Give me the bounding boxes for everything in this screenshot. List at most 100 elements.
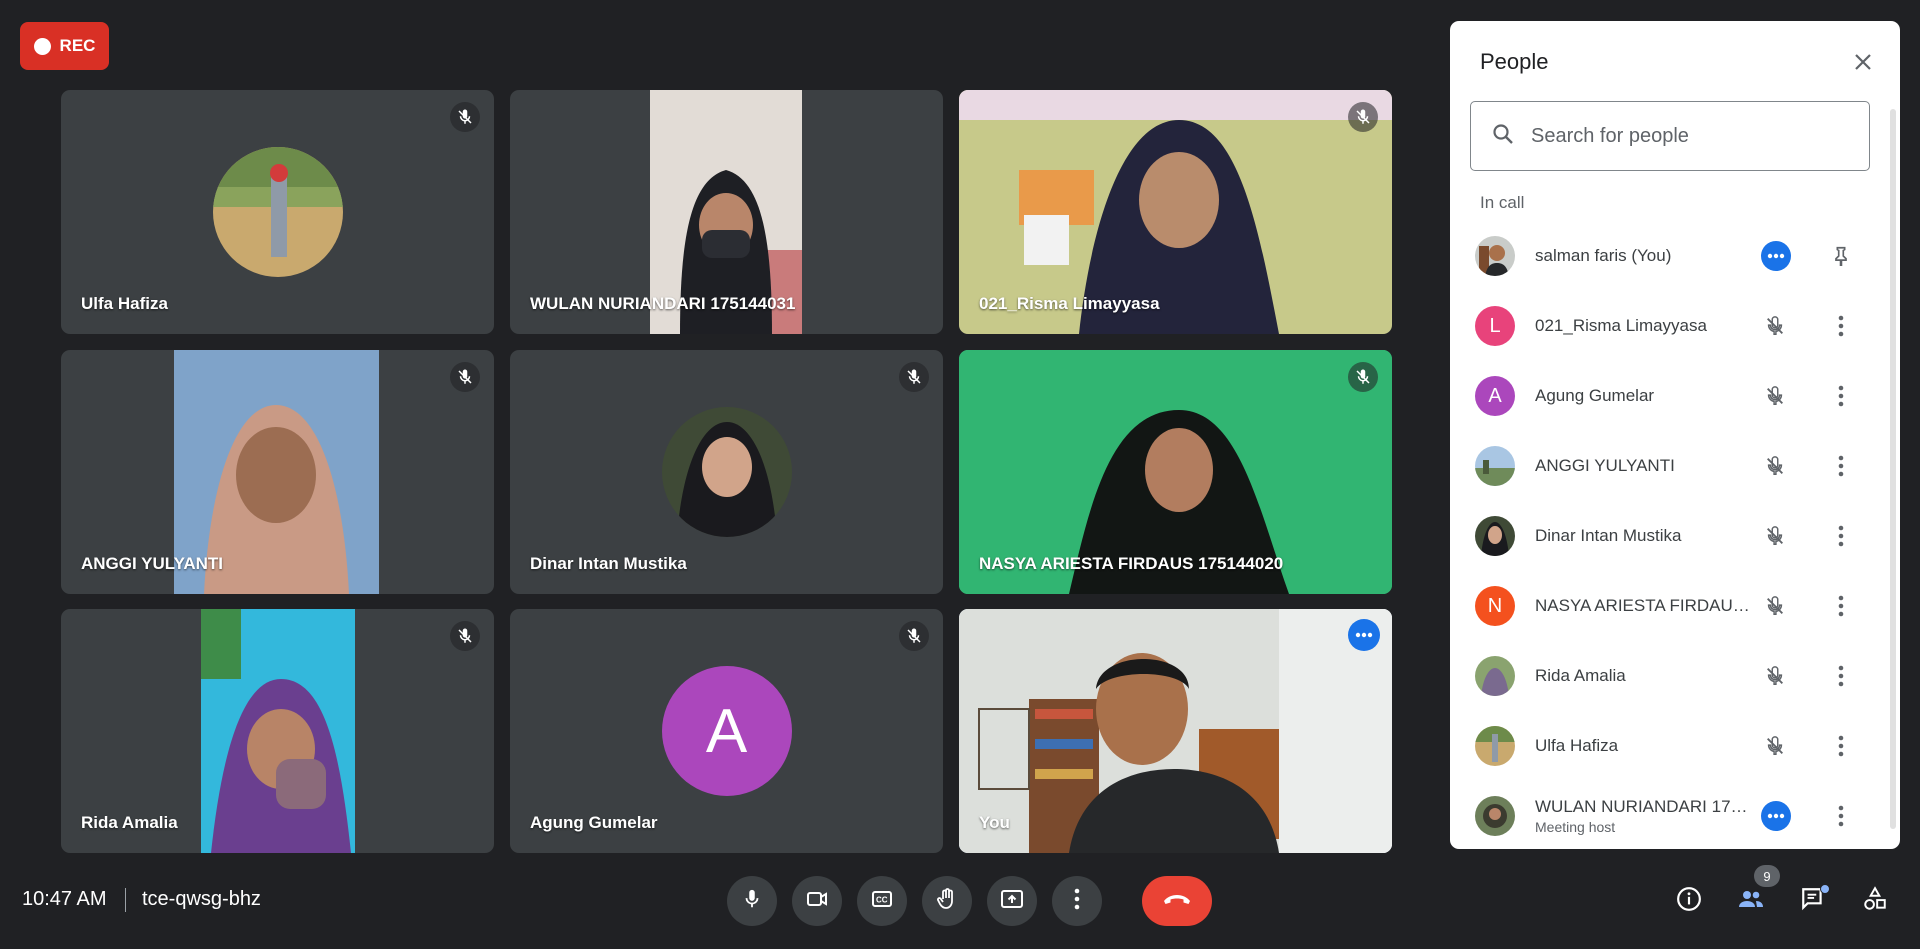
mic-off-icon	[899, 362, 929, 392]
more-vert-icon[interactable]	[1826, 451, 1856, 481]
clock: 10:47 AM	[22, 888, 107, 910]
search-input[interactable]	[1531, 124, 1831, 148]
participant-video	[959, 609, 1392, 853]
participant-letter-avatar: A	[661, 666, 792, 796]
chat-button[interactable]	[1788, 876, 1838, 926]
avatar: A	[1475, 376, 1515, 416]
self-video-tile[interactable]: You	[959, 609, 1392, 853]
mic-off-icon	[1760, 381, 1790, 411]
end-call-icon	[1162, 892, 1192, 911]
video-tile[interactable]: Rida Amalia	[61, 609, 494, 853]
pin-icon[interactable]	[1826, 241, 1856, 271]
list-item[interactable]: Ulfa Hafiza	[1470, 711, 1880, 781]
participant-name: NASYA ARIESTA FIRDAUS 175144020	[979, 554, 1284, 573]
avatar	[1475, 446, 1515, 486]
present-button[interactable]	[987, 876, 1037, 926]
section-label: In call	[1480, 193, 1525, 212]
participant-name: Agung Gumelar	[530, 813, 658, 832]
avatar	[1475, 796, 1515, 836]
more-vert-icon[interactable]	[1826, 661, 1856, 691]
mic-off-icon	[1760, 311, 1790, 341]
list-item[interactable]: Rida Amalia	[1470, 641, 1880, 711]
mic-off-icon	[1760, 731, 1790, 761]
meeting-details-button[interactable]	[1664, 876, 1714, 926]
meeting-code: tce-qwsg-bhz	[142, 888, 261, 910]
participant-name: Ulfa Hafiza	[81, 294, 168, 313]
list-item[interactable]: Dinar Intan Mustika	[1470, 501, 1880, 571]
camera-icon	[805, 887, 829, 916]
captions-button[interactable]: CC	[857, 876, 907, 926]
participant-name-text: WULAN NURIANDARI 1751...	[1535, 797, 1750, 816]
more-vert-icon[interactable]	[1826, 381, 1856, 411]
mic-button[interactable]	[727, 876, 777, 926]
list-item[interactable]: A Agung Gumelar	[1470, 361, 1880, 431]
activities-button[interactable]	[1850, 876, 1900, 926]
more-vert-icon[interactable]	[1826, 311, 1856, 341]
avatar	[1475, 726, 1515, 766]
camera-button[interactable]	[792, 876, 842, 926]
more-vert-icon[interactable]	[1826, 801, 1856, 831]
svg-text:CC: CC	[876, 895, 888, 904]
participant-name: 021_Risma Limayyasa	[979, 294, 1160, 313]
recording-indicator: REC	[20, 22, 109, 70]
video-tile[interactable]: 021_Risma Limayyasa	[959, 90, 1392, 334]
people-icon	[1737, 886, 1765, 917]
participant-name: You	[979, 813, 1010, 832]
list-item[interactable]: L 021_Risma Limayyasa	[1470, 291, 1880, 361]
recording-label: REC	[59, 36, 96, 55]
hand-icon	[935, 887, 959, 916]
record-dot-icon	[33, 37, 51, 55]
closed-captions-icon: CC	[870, 887, 894, 916]
video-tile[interactable]: Dinar Intan Mustika	[510, 350, 943, 594]
search-box	[1470, 101, 1870, 171]
participant-name: Rida Amalia	[81, 813, 178, 832]
video-tile[interactable]: ANGGI YULYANTI	[61, 350, 494, 594]
mic-off-icon	[1760, 521, 1790, 551]
more-vert-icon[interactable]	[1826, 731, 1856, 761]
leave-call-button[interactable]	[1142, 876, 1212, 926]
participant-avatar	[212, 147, 343, 277]
list-item[interactable]: N NASYA ARIESTA FIRDAUS ...	[1470, 571, 1880, 641]
participant-role: Meeting host	[1535, 819, 1616, 835]
present-screen-icon	[1000, 887, 1024, 916]
call-controls: CC	[727, 876, 1212, 926]
more-options-icon[interactable]	[1761, 241, 1791, 271]
avatar	[1475, 656, 1515, 696]
scrollbar[interactable]	[1890, 109, 1896, 829]
list-item[interactable]: ANGGI YULYANTI	[1470, 431, 1880, 501]
raise-hand-button[interactable]	[922, 876, 972, 926]
video-tile[interactable]: A Agung Gumelar	[510, 609, 943, 853]
mic-off-icon	[899, 621, 929, 651]
more-options-icon[interactable]	[1348, 619, 1380, 651]
people-button[interactable]: 9	[1726, 865, 1780, 926]
notification-dot	[1820, 884, 1830, 894]
divider	[125, 888, 126, 912]
participant-count-badge: 9	[1754, 865, 1780, 887]
participant-avatar	[661, 407, 792, 537]
participant-list: salman faris (You) L 021_Risma Limayyasa…	[1470, 221, 1880, 851]
avatar: L	[1475, 306, 1515, 346]
list-item[interactable]: salman faris (You)	[1470, 221, 1880, 291]
participant-name: Rida Amalia	[1535, 666, 1626, 685]
video-grid: Ulfa Hafiza WULAN NURIANDARI 175144031 0…	[61, 90, 1392, 853]
close-icon[interactable]	[1848, 47, 1878, 77]
mic-off-icon	[1760, 661, 1790, 691]
more-vert-icon	[1074, 888, 1080, 915]
more-vert-icon[interactable]	[1826, 591, 1856, 621]
more-options-icon[interactable]	[1761, 801, 1791, 831]
panel-title: People	[1480, 49, 1549, 74]
mic-off-icon	[450, 362, 480, 392]
participant-name: 021_Risma Limayyasa	[1535, 316, 1707, 335]
mic-off-icon	[1760, 451, 1790, 481]
more-options-button[interactable]	[1052, 876, 1102, 926]
participant-name: salman faris (You)	[1535, 246, 1672, 265]
avatar	[1475, 516, 1515, 556]
video-tile[interactable]: Ulfa Hafiza	[61, 90, 494, 334]
video-tile[interactable]: NASYA ARIESTA FIRDAUS 175144020	[959, 350, 1392, 594]
list-item[interactable]: WULAN NURIANDARI 1751... Meeting host	[1470, 781, 1880, 851]
participant-name: ANGGI YULYANTI	[1535, 456, 1675, 475]
video-tile[interactable]: WULAN NURIANDARI 175144031	[510, 90, 943, 334]
avatar: N	[1475, 586, 1515, 626]
participant-name: WULAN NURIANDARI 175144031	[530, 294, 796, 313]
more-vert-icon[interactable]	[1826, 521, 1856, 551]
